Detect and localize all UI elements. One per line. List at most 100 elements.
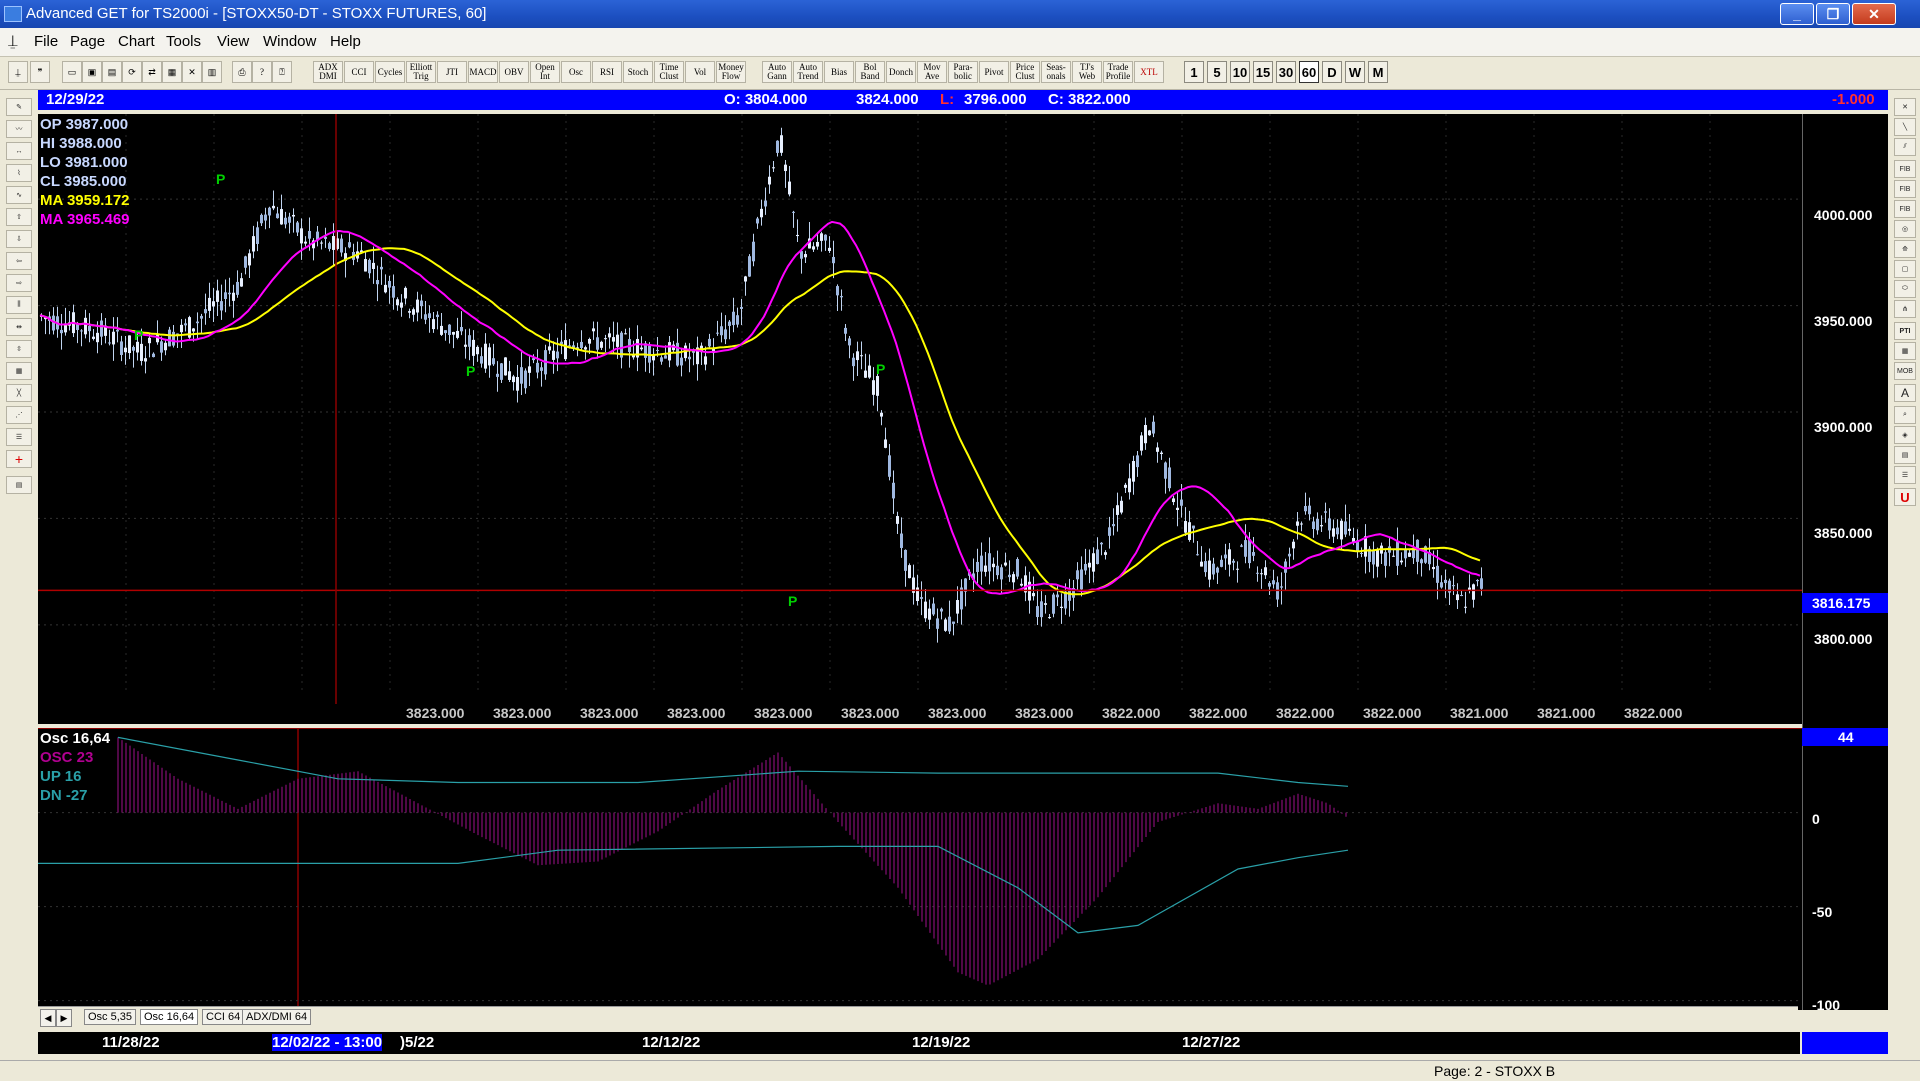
tab-adx-dmi-64[interactable]: ADX/DMI 64	[242, 1009, 312, 1025]
fib-time-icon[interactable]: FIB	[1894, 200, 1916, 218]
arrow-up-icon[interactable]: ⇧	[6, 208, 32, 226]
expand-icon[interactable]: ⇹	[6, 318, 32, 336]
text-icon[interactable]: A	[1894, 384, 1916, 402]
tool-rsi[interactable]: RSI	[592, 61, 622, 83]
tool-bol-band[interactable]: Bol Band	[855, 61, 885, 83]
menu-window[interactable]: Window	[263, 33, 316, 50]
timeframe-60[interactable]: 60	[1299, 61, 1319, 83]
timeframe-5[interactable]: 5	[1207, 61, 1227, 83]
menu-chart[interactable]: Chart	[118, 33, 155, 50]
timeframe-15[interactable]: 15	[1253, 61, 1273, 83]
maximize-button[interactable]: ❐	[1816, 3, 1850, 25]
fib-icon[interactable]: ☰	[6, 428, 32, 446]
tool-elliott-trig[interactable]: Elliott Trig	[406, 61, 436, 83]
menu-tools[interactable]: Tools	[166, 33, 201, 50]
zigzag-icon[interactable]: 〰	[6, 120, 32, 138]
layout-icon[interactable]: ▥	[202, 61, 222, 83]
fib-ext-icon[interactable]: FIB	[1894, 180, 1916, 198]
arrow-down-icon[interactable]: ⇩	[6, 230, 32, 248]
lines-icon[interactable]: ╳	[6, 384, 32, 402]
tool-stoch[interactable]: Stoch	[623, 61, 653, 83]
elliott-icon[interactable]: ∿	[6, 186, 32, 204]
spiral-icon[interactable]: ◎	[1894, 220, 1916, 238]
arrow-right-icon[interactable]: ⇨	[6, 274, 32, 292]
menu-file[interactable]: File	[34, 33, 58, 50]
tool-open-int[interactable]: Open Int	[530, 61, 560, 83]
link-icon[interactable]: ⇄	[142, 61, 162, 83]
fan-icon[interactable]: ⟰	[1894, 240, 1916, 258]
tool-cycles[interactable]: Cycles	[375, 61, 405, 83]
tool-tjs-web[interactable]: TJ's Web	[1072, 61, 1102, 83]
delete-line-icon[interactable]: ✕	[1894, 98, 1916, 116]
line-tool-icon[interactable]: ╲	[1894, 118, 1916, 136]
open-icon[interactable]: ▣	[82, 61, 102, 83]
study-icon[interactable]: ⌇	[6, 164, 32, 182]
menu-help[interactable]: Help	[330, 33, 361, 50]
menu-view[interactable]: View	[217, 33, 249, 50]
tab-cci-64[interactable]: CCI 64	[202, 1009, 245, 1025]
tool-donch[interactable]: Donch	[886, 61, 916, 83]
refresh-icon[interactable]: ⟳	[122, 61, 142, 83]
list-icon[interactable]: ☰	[1894, 466, 1916, 484]
compress-icon[interactable]: ⇳	[6, 340, 32, 358]
tab-next-button[interactable]: ▶	[56, 1009, 72, 1027]
tool-pivot[interactable]: Pivot	[979, 61, 1009, 83]
ellipse-icon[interactable]: ⬭	[1894, 280, 1916, 298]
cross-icon[interactable]: ✕	[182, 61, 202, 83]
tool-bias[interactable]: Bias	[824, 61, 854, 83]
pti-icon[interactable]: PTI	[1894, 322, 1916, 340]
help-icon[interactable]: ?	[252, 61, 272, 83]
gann-icon[interactable]: ⋰	[6, 406, 32, 424]
tool-xtl[interactable]: XTL	[1134, 61, 1164, 83]
price-chart-pane[interactable]: P P P P P 3823.000 3823.000 3823.000 3823.000 38…	[38, 114, 1878, 724]
arrow-left-icon[interactable]: ⇦	[6, 252, 32, 270]
layers-icon[interactable]: ▤	[1894, 446, 1916, 464]
mob-icon[interactable]: MOB	[1894, 362, 1916, 380]
tool-osc[interactable]: Osc	[561, 61, 591, 83]
clipboard-icon[interactable]: ▤	[6, 476, 32, 494]
save-icon[interactable]: ▤	[102, 61, 122, 83]
bars-icon[interactable]: ⫼	[6, 296, 32, 314]
tab-osc-16-64[interactable]: Osc 16,64	[140, 1009, 199, 1025]
cursor-icon[interactable]: ⍊	[8, 61, 28, 83]
crosshair-icon[interactable]: +	[6, 450, 32, 468]
timeframe-daily[interactable]: D	[1322, 61, 1342, 83]
tool-auto-trend[interactable]: Auto Trend	[793, 61, 823, 83]
close-button[interactable]: ✕	[1852, 3, 1896, 25]
timeframe-monthly[interactable]: M	[1368, 61, 1388, 83]
timeframe-weekly[interactable]: W	[1345, 61, 1365, 83]
document-icon[interactable]: ⍊	[8, 33, 18, 51]
minimize-button[interactable]: _	[1780, 3, 1814, 25]
tool-cci[interactable]: CCI	[344, 61, 374, 83]
tool-auto-gann[interactable]: Auto Gann	[762, 61, 792, 83]
tool-obv[interactable]: OBV	[499, 61, 529, 83]
timeframe-1[interactable]: 1	[1184, 61, 1204, 83]
channel-icon[interactable]: ⫽	[1894, 138, 1916, 156]
tool-parabolic[interactable]: Para-bolic	[948, 61, 978, 83]
print-icon[interactable]: ⎙	[232, 61, 252, 83]
grid-icon[interactable]: ▦	[162, 61, 182, 83]
tool-time-clust[interactable]: Time Clust	[654, 61, 684, 83]
tab-osc-5-35[interactable]: Osc 5,35	[84, 1009, 137, 1025]
tool-macd[interactable]: MACD	[468, 61, 498, 83]
zoom-icon[interactable]: ⌕	[1894, 406, 1916, 424]
tool-adx-dmi[interactable]: ADX DMI	[313, 61, 343, 83]
paint-icon[interactable]: ◈	[1894, 426, 1916, 444]
menu-page[interactable]: Page	[70, 33, 105, 50]
grid-icon[interactable]: ▦	[6, 362, 32, 380]
tool-mov-ave[interactable]: Mov Ave	[917, 61, 947, 83]
help-pointer-icon[interactable]: ⍰	[272, 61, 292, 83]
tool-price-clust[interactable]: Price Clust	[1010, 61, 1040, 83]
pencil-icon[interactable]: ✎	[6, 98, 32, 116]
reset-icon[interactable]: ↔	[6, 142, 32, 160]
timeframe-30[interactable]: 30	[1276, 61, 1296, 83]
tool-vol[interactable]: Vol	[685, 61, 715, 83]
box-icon[interactable]: ▢	[1894, 260, 1916, 278]
table-icon[interactable]: ▦	[1894, 342, 1916, 360]
tool-seasonals[interactable]: Seas-onals	[1041, 61, 1071, 83]
tab-prev-button[interactable]: ◀	[40, 1009, 56, 1027]
quote-icon[interactable]: ❞	[30, 61, 50, 83]
fib-ret-icon[interactable]: FIB	[1894, 160, 1916, 178]
u-tool-icon[interactable]: U	[1894, 488, 1916, 506]
new-icon[interactable]: ▭	[62, 61, 82, 83]
